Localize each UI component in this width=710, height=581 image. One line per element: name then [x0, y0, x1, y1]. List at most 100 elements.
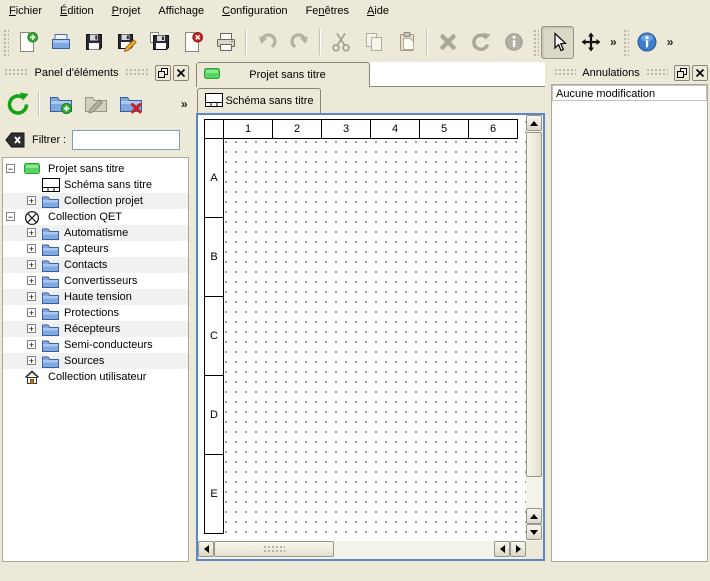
expand-icon[interactable]: + — [27, 276, 36, 285]
menu-affichage[interactable]: Affichage — [149, 2, 213, 20]
tree-item-protections[interactable]: + Protections — [3, 305, 188, 321]
expand-icon[interactable]: + — [27, 340, 36, 349]
delete-category-button[interactable] — [113, 87, 148, 122]
menu-fichier[interactable]: Fichier — [0, 2, 51, 20]
scroll-down-button[interactable] — [526, 524, 542, 540]
tree-item-collection-projet[interactable]: + Collection projet — [3, 193, 188, 209]
scroll-up-button[interactable] — [526, 508, 542, 524]
infos-button[interactable] — [497, 26, 530, 59]
reload-collections-button[interactable] — [0, 87, 35, 122]
print-button[interactable] — [209, 26, 242, 59]
folder-icon — [42, 226, 60, 240]
edit-category-button[interactable] — [78, 87, 113, 122]
toolbar-handle[interactable] — [622, 28, 629, 56]
close-file-button[interactable] — [176, 26, 209, 59]
undo-list-item[interactable]: Aucune modification — [552, 85, 707, 101]
save-button[interactable] — [77, 26, 110, 59]
tree-item-schema-sans-titre[interactable]: Schéma sans titre — [3, 177, 188, 193]
menu-fenetres[interactable]: Fenêtres — [297, 2, 358, 20]
schema-icon — [42, 178, 60, 192]
about-qet-button[interactable] — [631, 26, 664, 59]
expand-icon[interactable]: + — [27, 228, 36, 237]
tree-item-capteurs[interactable]: + Capteurs — [3, 241, 188, 257]
menu-aide[interactable]: Aide — [358, 2, 398, 20]
filter-input[interactable] — [72, 130, 180, 150]
cut-button[interactable] — [324, 26, 357, 59]
tree-item-sources[interactable]: + Sources — [3, 353, 188, 369]
tree-item-recepteurs[interactable]: + Récepteurs — [3, 321, 188, 337]
toolbar-overflow-button[interactable]: » — [664, 35, 677, 49]
new-document-button[interactable] — [11, 26, 44, 59]
selection-mode-button[interactable] — [541, 26, 574, 59]
frame-row-header: D — [204, 375, 224, 455]
expand-icon[interactable]: + — [27, 196, 36, 205]
menu-configuration[interactable]: Configuration — [213, 2, 296, 20]
scroll-right-button[interactable] — [510, 541, 526, 557]
toolbar-overflow-button[interactable]: » — [607, 35, 620, 49]
tree-item-semi-conducteurs[interactable]: + Semi-conducteurs — [3, 337, 188, 353]
rotate-button[interactable] — [464, 26, 497, 59]
collapse-icon[interactable]: − — [6, 212, 15, 221]
dock-grip — [554, 68, 576, 77]
toolbar-handle[interactable] — [2, 28, 9, 56]
expand-icon[interactable]: + — [27, 260, 36, 269]
tree-item-collection-qet[interactable]: − Collection QET — [3, 209, 188, 225]
tree-item-projet-sans-titre[interactable]: − Projet sans titre — [3, 161, 188, 177]
horizontal-scrollbar — [198, 541, 526, 559]
close-panel-button[interactable] — [173, 65, 189, 81]
collections-toolbar-overflow-button[interactable]: » — [178, 97, 191, 111]
open-project-button[interactable] — [44, 26, 77, 59]
frame-column-header: 6 — [468, 119, 518, 139]
expand-icon[interactable]: + — [27, 308, 36, 317]
save-as-button[interactable] — [110, 26, 143, 59]
pan-mode-button[interactable] — [574, 26, 607, 59]
copy-icon — [363, 31, 385, 53]
project-tab-bar: Projet sans titre — [196, 62, 545, 87]
filter-row: Filtrer : — [0, 127, 192, 153]
scroll-left-button[interactable] — [198, 541, 214, 557]
float-panel-button[interactable] — [155, 65, 171, 81]
redo-button[interactable] — [283, 26, 316, 59]
paste-button[interactable] — [390, 26, 423, 59]
save-all-button[interactable] — [143, 26, 176, 59]
expand-icon[interactable]: + — [27, 244, 36, 253]
toolbar-separator — [426, 29, 428, 55]
toolbar-handle[interactable] — [532, 28, 539, 56]
vertical-scrollbar-thumb[interactable] — [526, 132, 542, 477]
float-panel-button[interactable] — [674, 65, 690, 81]
clear-filter-button[interactable] — [2, 128, 28, 152]
annulations-panel-titlebar[interactable]: Annulations — [550, 63, 710, 82]
frame-column-header: 4 — [370, 119, 420, 139]
undo-button[interactable] — [250, 26, 283, 59]
collapse-icon[interactable]: − — [6, 164, 15, 173]
tree-item-automatisme[interactable]: + Automatisme — [3, 225, 188, 241]
move-icon — [580, 31, 602, 53]
frame-row-header: C — [204, 296, 224, 376]
tree-item-collection-utilisateur[interactable]: Collection utilisateur — [3, 369, 188, 385]
folder-icon — [42, 290, 60, 304]
tree-item-convertisseurs[interactable]: + Convertisseurs — [3, 273, 188, 289]
expand-icon[interactable]: + — [27, 292, 36, 301]
qelectrotech-window: Fichier Édition Projet Affichage Configu… — [0, 0, 710, 581]
new-folder-icon — [49, 92, 73, 116]
scroll-up-button[interactable] — [526, 115, 542, 131]
dock-grip — [125, 68, 149, 77]
copy-button[interactable] — [357, 26, 390, 59]
delete-button[interactable] — [431, 26, 464, 59]
elements-panel-titlebar[interactable]: Panel d'éléments — [0, 63, 192, 82]
new-category-button[interactable] — [43, 87, 78, 122]
save-as-icon — [116, 31, 138, 53]
expand-icon[interactable]: + — [27, 324, 36, 333]
horizontal-scrollbar-thumb[interactable] — [214, 541, 334, 557]
expand-icon[interactable]: + — [27, 356, 36, 365]
menu-edition[interactable]: Édition — [51, 2, 103, 20]
menu-projet[interactable]: Projet — [103, 2, 150, 20]
tree-item-contacts[interactable]: + Contacts — [3, 257, 188, 273]
tab-projet-sans-titre[interactable]: Projet sans titre — [196, 62, 370, 87]
close-panel-button[interactable] — [692, 65, 708, 81]
scroll-left-button[interactable] — [494, 541, 510, 557]
tab-schema-sans-titre[interactable]: Schéma sans titre — [197, 88, 321, 113]
schema-canvas[interactable]: 1 2 3 4 5 6 A B C D E — [198, 115, 526, 541]
tree-item-haute-tension[interactable]: + Haute tension — [3, 289, 188, 305]
qet-logo-icon — [24, 210, 42, 224]
